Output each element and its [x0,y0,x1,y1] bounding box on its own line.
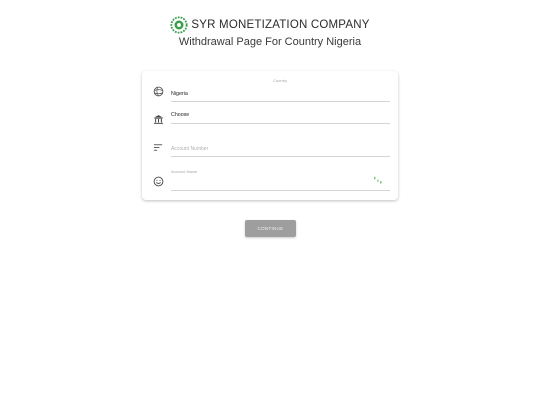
country-value: Nigeria [171,91,188,97]
brand: SYR MONETIZATION COMPANY [0,15,540,35]
company-name: SYR MONETIZATION COMPANY [191,19,370,31]
country-underline [171,101,390,102]
bank-select[interactable]: Choose [150,107,390,125]
account-number-underline [171,156,390,157]
bank-value: Choose [171,112,190,118]
page-header: SYR MONETIZATION COMPANY Withdrawal Page… [0,15,540,48]
loading-spinner-icon [374,176,382,184]
country-label: Country [273,78,288,83]
continue-button[interactable]: CONTINUE [245,220,296,237]
account-number-placeholder: Account Number [171,146,209,152]
sort-lines-icon [153,144,163,151]
bank-icon [153,115,164,124]
account-name-input[interactable]: Account Name [150,167,390,191]
page-title: Withdrawal Page For Country Nigeria [178,36,362,48]
company-logo-icon [170,16,188,34]
globe-icon [153,86,164,97]
country-select[interactable]: Country Nigeria [150,77,390,102]
withdrawal-form-card: Country Nigeria Choose Account Number Ac… [142,71,398,200]
smiley-icon [153,176,164,187]
bank-underline [171,123,390,124]
account-number-input[interactable]: Account Number [150,139,390,157]
account-name-underline [171,190,390,191]
account-name-label: Account Name [171,169,198,174]
